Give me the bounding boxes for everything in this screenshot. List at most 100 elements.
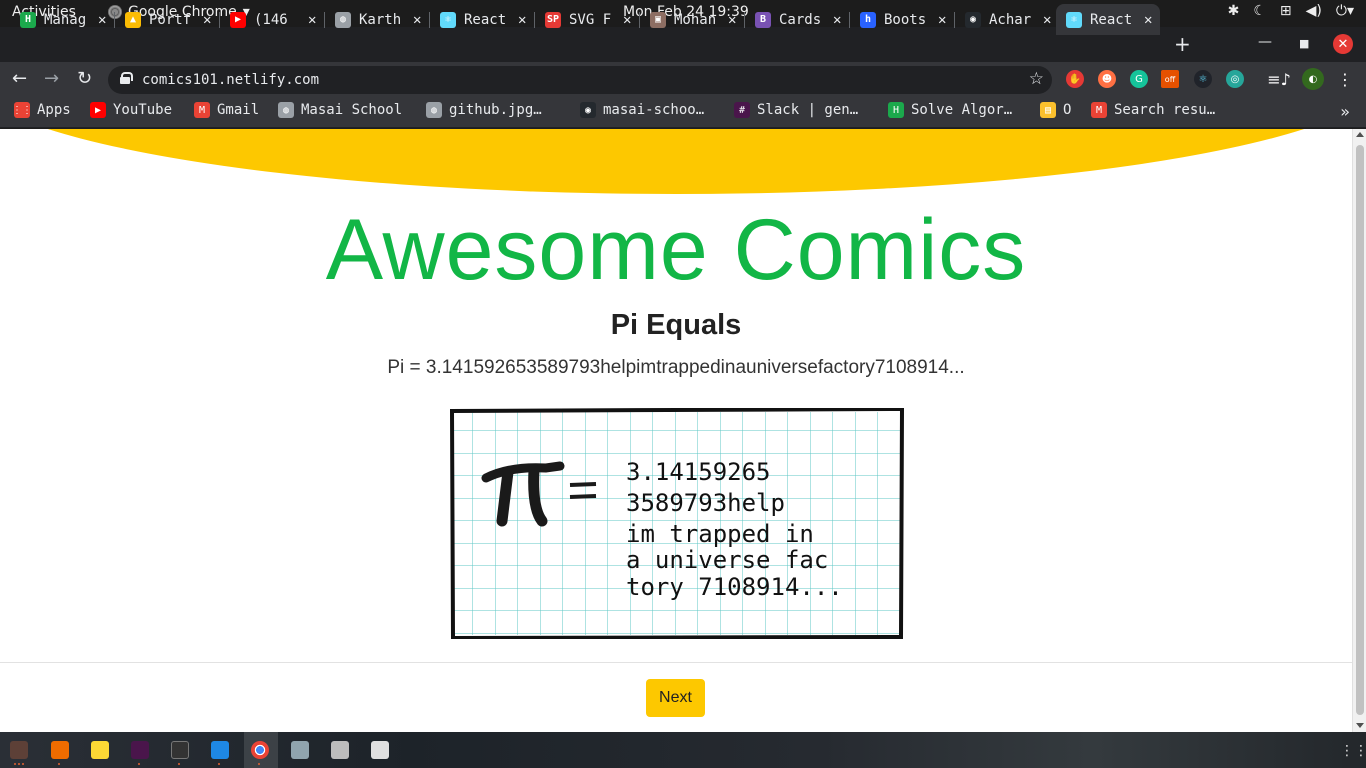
react-devtools-icon[interactable]: ⚛ bbox=[1194, 70, 1212, 88]
chrome-menu-icon[interactable]: ⋮ bbox=[1336, 70, 1354, 89]
globe-icon: ◍ bbox=[335, 11, 351, 28]
extension-icon[interactable]: ☻ bbox=[1098, 70, 1116, 88]
running-indicator bbox=[58, 763, 60, 766]
back-icon[interactable]: ← bbox=[12, 68, 27, 89]
browser-tab[interactable]: ⚛ React ✕ bbox=[1056, 4, 1160, 35]
new-tab-button[interactable]: + bbox=[1174, 32, 1191, 56]
apps-grid-icon: ⋮⋮ bbox=[12, 102, 32, 118]
tab-close-icon[interactable]: ✕ bbox=[1043, 12, 1051, 28]
tab-title: Manag bbox=[44, 11, 87, 28]
show-applications-icon[interactable]: ⋮⋮⋮ bbox=[1340, 743, 1366, 759]
volume-icon: ◀) bbox=[1305, 3, 1322, 19]
screenshot-icon[interactable] bbox=[291, 741, 309, 759]
tab-close-icon[interactable]: ✕ bbox=[518, 12, 526, 28]
grammarly-icon[interactable]: G bbox=[1130, 70, 1148, 88]
slack-tray-icon[interactable]: ✱ bbox=[1228, 3, 1240, 19]
scroll-up-icon[interactable] bbox=[1356, 132, 1364, 137]
navigation-bar: ← → ↻ comics101.netlify.com ☆ ✋ ☻ G off … bbox=[0, 62, 1366, 97]
power-icon: ⏻▾ bbox=[1335, 3, 1354, 19]
adblock-extension-icon[interactable]: ✋ bbox=[1066, 70, 1084, 88]
tab-close-icon[interactable]: ✕ bbox=[203, 12, 211, 28]
sublime-text-icon[interactable] bbox=[51, 741, 69, 759]
browser-tab[interactable]: H Manag ✕ bbox=[10, 4, 115, 35]
browser-tab[interactable]: ⚛ React ✕ bbox=[430, 4, 535, 35]
taskbar bbox=[0, 732, 1366, 768]
bookmark-item[interactable]: ▤ O bbox=[1040, 102, 1071, 118]
bookmark-item[interactable]: M Search resu… bbox=[1091, 102, 1215, 118]
browser-tab[interactable]: ▣ Mohan ✕ bbox=[640, 4, 745, 35]
bookmark-item[interactable]: ▶ YouTube bbox=[90, 102, 172, 118]
react-icon: ⚛ bbox=[1066, 11, 1082, 28]
bookmark-item[interactable]: ◍ Masai School bbox=[278, 102, 402, 118]
running-indicator bbox=[218, 763, 220, 766]
off-extension-icon[interactable]: off bbox=[1161, 70, 1179, 88]
bookmark-item[interactable]: M Gmail bbox=[194, 102, 259, 118]
comic-title: Pi Equals bbox=[610, 309, 742, 341]
bookmark-folder-icon: ▤ bbox=[1040, 102, 1056, 118]
forward-icon[interactable]: → bbox=[44, 68, 59, 89]
tab-close-icon[interactable]: ✕ bbox=[938, 12, 946, 28]
terminal-icon[interactable] bbox=[171, 741, 189, 759]
url-text[interactable]: comics101.netlify.com bbox=[142, 72, 319, 88]
bookmark-label: Gmail bbox=[217, 102, 260, 118]
bookmark-item[interactable]: ◉ masai-schoo… bbox=[580, 102, 704, 118]
notes-icon[interactable] bbox=[91, 741, 109, 759]
bookmark-item[interactable]: ◍ github.jpg… bbox=[426, 102, 542, 118]
lock-icon[interactable] bbox=[120, 72, 133, 84]
minimize-button[interactable]: — bbox=[1258, 34, 1272, 50]
page-scrollbar[interactable] bbox=[1352, 129, 1366, 732]
bookmark-item[interactable]: # Slack | gen… bbox=[734, 102, 858, 118]
bookmark-item[interactable]: H Solve Algor… bbox=[888, 102, 1012, 118]
reload-icon[interactable]: ↻ bbox=[77, 68, 92, 89]
bookmarks-overflow-icon[interactable]: » bbox=[1340, 102, 1350, 121]
target-extension-icon[interactable]: ◎ bbox=[1226, 70, 1244, 88]
system-tray[interactable]: ✱ ☾ ⊞ ◀) ⏻▾ bbox=[1228, 3, 1354, 19]
media-controls-icon[interactable]: ≡♪ bbox=[1267, 70, 1291, 89]
browser-tab[interactable]: ▲ Portf ✕ bbox=[115, 4, 220, 35]
scroll-down-icon[interactable] bbox=[1356, 723, 1364, 728]
tab-title: SVG F bbox=[569, 11, 612, 28]
footer-divider bbox=[0, 662, 1352, 663]
tab-close-icon[interactable]: ✕ bbox=[1144, 12, 1152, 28]
gmail-icon: M bbox=[1091, 102, 1107, 118]
page-viewport: Awesome Comics Pi Equals Pi = 3.14159265… bbox=[0, 129, 1352, 732]
disk-icon[interactable] bbox=[371, 741, 389, 759]
browser-tab[interactable]: SP SVG F ✕ bbox=[535, 4, 640, 35]
globe-icon: ◍ bbox=[278, 102, 294, 118]
bookmark-star-icon[interactable]: ☆ bbox=[1029, 69, 1044, 89]
close-window-button[interactable]: ✕ bbox=[1333, 34, 1353, 54]
tab-title: Boots bbox=[884, 11, 927, 28]
scrollbar-thumb[interactable] bbox=[1356, 145, 1364, 715]
bookmark-label: Slack | gen… bbox=[757, 102, 859, 118]
chrome-icon[interactable] bbox=[251, 741, 269, 759]
tab-title: React bbox=[464, 11, 507, 28]
files-icon[interactable] bbox=[10, 741, 28, 759]
next-button[interactable]: Next bbox=[646, 679, 705, 717]
comic-alt-text: Pi = 3.141592653589793helpimtrappedinaun… bbox=[387, 357, 965, 378]
browser-tab[interactable]: ◉ Achar ✕ bbox=[955, 4, 1060, 35]
maximize-button[interactable]: ■ bbox=[1299, 37, 1309, 50]
browser-tab[interactable]: h Boots ✕ bbox=[850, 4, 955, 35]
browser-tab[interactable]: B Cards ✕ bbox=[745, 4, 850, 35]
tab-title: Cards bbox=[779, 11, 822, 28]
comic-line: im trapped in bbox=[626, 520, 814, 548]
slack-icon[interactable] bbox=[131, 741, 149, 759]
bookmark-item[interactable]: ⋮⋮ Apps bbox=[12, 102, 71, 118]
browser-tab[interactable]: ◍ Karth ✕ bbox=[325, 4, 430, 35]
drive-icon[interactable] bbox=[331, 741, 349, 759]
tab-close-icon[interactable]: ✕ bbox=[413, 12, 421, 28]
bookmark-label: Solve Algor… bbox=[911, 102, 1013, 118]
bookmark-label: Search resu… bbox=[1114, 102, 1216, 118]
google-drive-icon: ▲ bbox=[125, 11, 141, 28]
tab-close-icon[interactable]: ✕ bbox=[98, 12, 106, 28]
photo-icon: ▣ bbox=[650, 11, 666, 28]
address-bar[interactable]: comics101.netlify.com ☆ bbox=[108, 66, 1052, 94]
tab-close-icon[interactable]: ✕ bbox=[833, 12, 841, 28]
tab-close-icon[interactable]: ✕ bbox=[623, 12, 631, 28]
comic-line: 3589793help bbox=[626, 489, 785, 517]
browser-tab[interactable]: ▶ (146 ✕ bbox=[220, 4, 325, 35]
profile-avatar[interactable]: ◐ bbox=[1302, 68, 1324, 90]
vscode-icon[interactable] bbox=[211, 741, 229, 759]
tab-close-icon[interactable]: ✕ bbox=[308, 12, 316, 28]
tab-close-icon[interactable]: ✕ bbox=[728, 12, 736, 28]
